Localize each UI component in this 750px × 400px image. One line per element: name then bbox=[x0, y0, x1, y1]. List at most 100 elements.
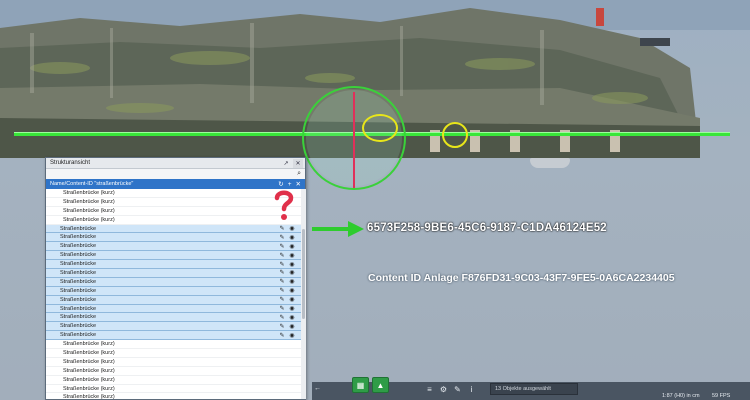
highlight-ring-bridge-2 bbox=[442, 122, 468, 148]
list-item-label: Straßenbrücke bbox=[60, 225, 97, 232]
list-item[interactable]: Straßenbrücke ✎ ◉ bbox=[46, 295, 301, 305]
content-id-annotation: 6573F258-9BE6-45C6-9187-C1DA46124E52 bbox=[367, 222, 607, 234]
filter-label: Name/Content-ID "straßenbrücke" bbox=[50, 181, 134, 187]
boat-model bbox=[530, 158, 570, 168]
eye-icon[interactable]: ◉ bbox=[287, 323, 297, 330]
pin-icon[interactable]: ✎ bbox=[277, 269, 287, 276]
eye-icon[interactable]: ◉ bbox=[287, 332, 297, 339]
list-item-label: Straßenbrücke (kurz) bbox=[63, 358, 115, 365]
list-item-label: Straßenbrücke (kurz) bbox=[63, 341, 115, 348]
list-item[interactable]: Straßenbrücke (kurz) bbox=[46, 216, 301, 225]
close-icon[interactable]: ✕ bbox=[293, 158, 303, 168]
gizmo-axis-handle[interactable] bbox=[352, 92, 356, 188]
list-item-label: Straßenbrücke bbox=[60, 287, 97, 294]
eye-icon[interactable]: ◉ bbox=[287, 287, 297, 294]
highlight-ring-bridge-1 bbox=[362, 114, 398, 142]
add-icon[interactable]: + bbox=[288, 181, 292, 188]
list-item-label: Straßenbrücke (kurz) bbox=[63, 216, 115, 223]
eye-icon[interactable]: ◉ bbox=[287, 252, 297, 259]
pin-icon[interactable]: ✎ bbox=[277, 332, 287, 339]
list-item[interactable]: Straßenbrücke ✎ ◉ bbox=[46, 286, 301, 296]
eye-icon[interactable]: ◉ bbox=[287, 278, 297, 285]
list-item-label: Straßenbrücke bbox=[60, 296, 97, 303]
list-item-label: Straßenbrücke bbox=[60, 305, 97, 312]
panel-title-bar[interactable]: Strukturansicht ↗ ✕ bbox=[46, 158, 305, 169]
sliders-icon[interactable]: ≡ bbox=[424, 384, 435, 395]
anlage-content-id-annotation: Content ID Anlage F876FD31-9C03-43F7-9FE… bbox=[368, 272, 675, 284]
filter-bar[interactable]: Name/Content-ID "straßenbrücke" ↻ + ✕ bbox=[46, 179, 305, 189]
gear-icon[interactable]: ⚙ bbox=[438, 384, 449, 395]
search-icon[interactable]: ⌕ bbox=[297, 170, 301, 178]
list-item[interactable]: Straßenbrücke ✎ ◉ bbox=[46, 260, 301, 270]
list-item[interactable]: Straßenbrücke ✎ ◉ bbox=[46, 269, 301, 278]
question-mark-icon bbox=[274, 190, 294, 220]
collapse-arrow-icon[interactable]: ← bbox=[314, 385, 321, 392]
pin-icon[interactable]: ✎ bbox=[277, 243, 287, 250]
eye-icon[interactable]: ◉ bbox=[287, 314, 297, 321]
structure-panel: Strukturansicht ↗ ✕ ⌕ Name/Content-ID "s… bbox=[45, 157, 306, 400]
eye-icon[interactable]: ◉ bbox=[287, 296, 297, 303]
terrain-icon: ▲ bbox=[376, 380, 385, 390]
structure-list: Straßenbrücke (kurz) Straßenbrücke (kurz)… bbox=[46, 189, 301, 400]
scrollbar[interactable] bbox=[301, 189, 306, 399]
list-item[interactable]: Straßenbrücke (kurz) bbox=[46, 198, 301, 207]
pin-icon[interactable]: ✎ bbox=[277, 261, 287, 268]
pin-icon[interactable]: ✎ bbox=[277, 252, 287, 259]
pin-icon[interactable]: ✎ bbox=[277, 234, 287, 241]
eye-icon[interactable]: ◉ bbox=[287, 225, 297, 232]
eye-icon[interactable]: ◉ bbox=[287, 261, 297, 268]
list-item[interactable]: Straßenbrücke ✎ ◉ bbox=[46, 242, 301, 252]
pin-icon[interactable]: ✎ bbox=[277, 287, 287, 294]
list-item[interactable]: Straßenbrücke (kurz) bbox=[46, 340, 301, 350]
arrow-right-icon bbox=[312, 221, 364, 237]
list-item[interactable]: Straßenbrücke (kurz) bbox=[46, 189, 301, 198]
eye-icon[interactable]: ◉ bbox=[287, 269, 297, 276]
refresh-icon[interactable]: ↻ bbox=[278, 180, 283, 188]
list-item-label: Straßenbrücke bbox=[60, 332, 97, 339]
list-item-label: Straßenbrücke bbox=[60, 252, 97, 259]
list-item[interactable]: Straßenbrücke ✎ ◉ bbox=[46, 313, 301, 323]
pin-icon[interactable]: ✎ bbox=[277, 305, 287, 312]
list-item[interactable]: Straßenbrücke ✎ ◉ bbox=[46, 277, 301, 287]
list-item[interactable]: Straßenbrücke (kurz) bbox=[46, 367, 301, 376]
list-item[interactable]: Straßenbrücke ✎ ◉ bbox=[46, 322, 301, 332]
pin-icon[interactable]: ✎ bbox=[277, 225, 287, 232]
pin-icon[interactable]: ✎ bbox=[277, 296, 287, 303]
pin-icon[interactable]: ✎ bbox=[277, 278, 287, 285]
scrollbar-thumb[interactable] bbox=[302, 229, 305, 319]
eye-icon[interactable]: ◉ bbox=[287, 243, 297, 250]
list-item[interactable]: Straßenbrücke ✎ ◉ bbox=[46, 224, 301, 234]
eye-icon[interactable]: ◉ bbox=[287, 234, 297, 241]
list-item[interactable]: Straßenbrücke (kurz) bbox=[46, 385, 301, 394]
list-item[interactable]: Straßenbrücke (kurz) bbox=[46, 376, 301, 385]
list-item-label: Straßenbrücke (kurz) bbox=[63, 394, 115, 400]
list-item-label: Straßenbrücke (kurz) bbox=[63, 207, 115, 214]
info-icon[interactable]: i bbox=[466, 384, 477, 395]
pin-icon[interactable]: ✎ bbox=[277, 323, 287, 330]
list-item-label: Straßenbrücke bbox=[60, 269, 97, 276]
grid-view-button[interactable]: ▦ bbox=[352, 377, 369, 393]
undock-icon[interactable]: ↗ bbox=[281, 159, 291, 168]
list-item-label: Straßenbrücke bbox=[60, 243, 97, 250]
terrain-view-button[interactable]: ▲ bbox=[372, 377, 389, 393]
list-item[interactable]: Straßenbrücke (kurz) bbox=[46, 349, 301, 358]
selection-status: 13 Objekte ausgewählt bbox=[490, 383, 578, 395]
close-filter-icon[interactable]: ✕ bbox=[296, 180, 301, 188]
list-item-label: Straßenbrücke bbox=[60, 278, 97, 285]
pin-icon[interactable]: ✎ bbox=[277, 314, 287, 321]
list-item-label: Straßenbrücke bbox=[60, 314, 97, 321]
list-item-label: Straßenbrücke (kurz) bbox=[63, 376, 115, 383]
list-item[interactable]: Straßenbrücke ✎ ◉ bbox=[46, 233, 301, 243]
list-item[interactable]: Straßenbrücke ✎ ◉ bbox=[46, 331, 301, 341]
list-item[interactable]: Straßenbrücke (kurz) bbox=[46, 358, 301, 367]
grid-icon: ▦ bbox=[356, 380, 365, 390]
list-item[interactable]: Straßenbrücke (kurz) bbox=[46, 207, 301, 216]
eye-icon[interactable]: ◉ bbox=[287, 305, 297, 312]
list-item[interactable]: Straßenbrücke ✎ ◉ bbox=[46, 304, 301, 314]
list-item-label: Straßenbrücke (kurz) bbox=[63, 189, 115, 196]
list-item[interactable]: Straßenbrücke (kurz) bbox=[46, 393, 301, 400]
list-item[interactable]: Straßenbrücke ✎ ◉ bbox=[46, 251, 301, 261]
list-item-label: Straßenbrücke bbox=[60, 234, 97, 241]
tool-icon[interactable]: ✎ bbox=[452, 384, 463, 395]
search-row: ⌕ bbox=[46, 169, 305, 179]
